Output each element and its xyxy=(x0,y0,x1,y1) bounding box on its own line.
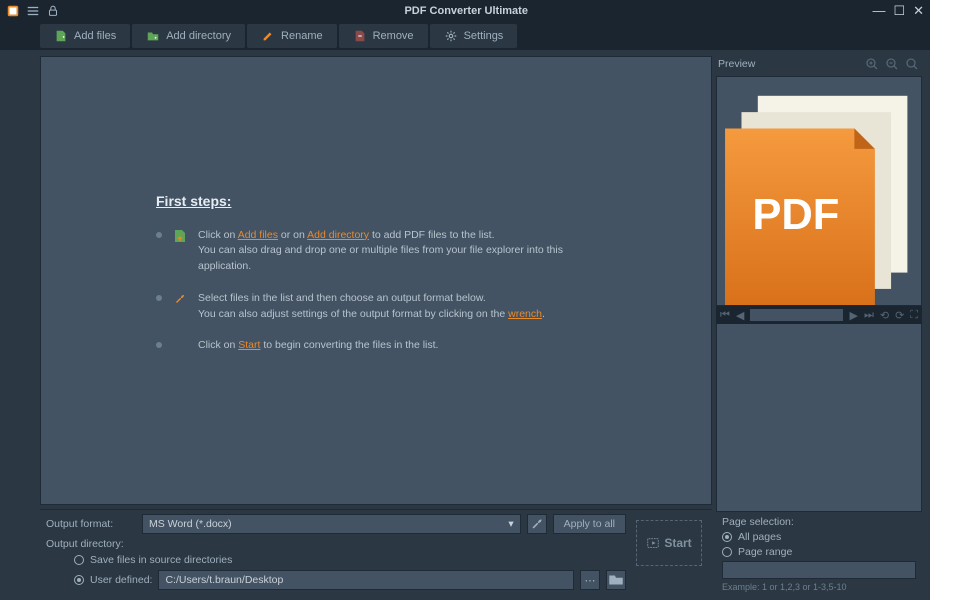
menu-icon[interactable] xyxy=(26,4,40,18)
user-defined-radio[interactable] xyxy=(74,575,84,585)
bullet-icon xyxy=(156,342,162,348)
start-button[interactable]: Start xyxy=(636,520,702,566)
expand-icon[interactable]: ⛶ xyxy=(910,309,918,322)
zoom-fit-icon[interactable] xyxy=(904,56,920,72)
user-defined-label: User defined: xyxy=(90,574,152,586)
preview-panel: Preview PDF xyxy=(716,56,922,594)
wrench-icon xyxy=(172,291,188,307)
user-defined-path-input[interactable] xyxy=(158,570,574,590)
toolbar: Add files Add directory Rename Remove Se… xyxy=(0,22,930,50)
apply-to-all-button[interactable]: Apply to all xyxy=(553,514,626,534)
bullet-icon xyxy=(156,232,162,238)
app-window: PDF Converter Ultimate — ☐ ✕ Add files A… xyxy=(0,0,930,600)
remove-button[interactable]: Remove xyxy=(339,24,428,48)
minimize-button[interactable]: — xyxy=(872,3,885,19)
browse-more-button[interactable]: ⋯ xyxy=(580,570,600,590)
page-range-label: Page range xyxy=(738,546,792,558)
file-list-panel[interactable]: First steps: Click on Add files or on Ad… xyxy=(40,56,712,505)
settings-button[interactable]: Settings xyxy=(430,24,518,48)
first-steps: First steps: Click on Add files or on Ad… xyxy=(156,191,596,371)
add-folder-icon xyxy=(146,29,160,43)
wrench-link[interactable]: wrench xyxy=(508,308,542,320)
page-selection: Page selection: All pages Page range Exa… xyxy=(716,512,922,594)
rotate-left-icon[interactable]: ⟲ xyxy=(880,309,889,322)
zoom-in-icon[interactable] xyxy=(864,56,880,72)
format-settings-button[interactable] xyxy=(527,514,547,534)
rename-button[interactable]: Rename xyxy=(247,24,337,48)
add-directory-link[interactable]: Add directory xyxy=(307,229,369,241)
app-icon xyxy=(6,4,20,18)
pencil-icon xyxy=(261,29,275,43)
open-folder-button[interactable] xyxy=(606,570,626,590)
start-link[interactable]: Start xyxy=(238,339,260,351)
output-directory-label: Output directory: xyxy=(46,538,136,550)
chevron-down-icon: ▾ xyxy=(508,518,513,530)
page-range-input[interactable] xyxy=(722,561,916,579)
all-pages-label: All pages xyxy=(738,531,781,543)
page-range-radio[interactable] xyxy=(722,547,732,557)
all-pages-radio[interactable] xyxy=(722,532,732,542)
last-page-icon[interactable]: ⏭ xyxy=(864,309,874,322)
bullet-icon xyxy=(156,295,162,301)
play-icon xyxy=(646,536,660,550)
output-format-label: Output format: xyxy=(46,518,136,530)
next-page-icon[interactable]: ▶ xyxy=(849,309,857,322)
save-source-label: Save files in source directories xyxy=(90,554,232,566)
add-file-icon xyxy=(54,29,68,43)
bottom-bar: Output format: MS Word (*.docx) ▾ Apply … xyxy=(40,509,712,594)
rotate-right-icon[interactable]: ⟳ xyxy=(895,309,904,322)
zoom-out-icon[interactable] xyxy=(884,56,900,72)
lock-icon[interactable] xyxy=(46,4,60,18)
add-files-link[interactable]: Add files xyxy=(238,229,278,241)
close-button[interactable]: ✕ xyxy=(913,3,924,19)
remove-icon xyxy=(353,29,367,43)
titlebar: PDF Converter Ultimate — ☐ ✕ xyxy=(0,0,930,22)
preview-nav: ⏮ ◀ ▶ ⏭ ⟲ ⟳ ⛶ xyxy=(716,306,922,324)
add-file-icon xyxy=(172,228,188,244)
maximize-button[interactable]: ☐ xyxy=(893,3,905,19)
preview-label: Preview xyxy=(718,58,755,70)
svg-text:PDF: PDF xyxy=(752,191,839,239)
first-page-icon[interactable]: ⏮ xyxy=(720,309,730,322)
add-directory-button[interactable]: Add directory xyxy=(132,24,245,48)
preview-image: PDF xyxy=(716,76,922,306)
page-slider[interactable] xyxy=(750,309,843,321)
prev-page-icon[interactable]: ◀ xyxy=(736,309,744,322)
page-selection-heading: Page selection: xyxy=(722,516,916,528)
save-source-radio[interactable] xyxy=(74,555,84,565)
preview-empty xyxy=(716,324,922,512)
first-steps-heading: First steps: xyxy=(156,191,596,212)
page-range-example: Example: 1 or 1,2,3 or 1-3,5-10 xyxy=(722,582,916,592)
gear-icon xyxy=(444,29,458,43)
window-title: PDF Converter Ultimate xyxy=(60,5,872,17)
add-files-button[interactable]: Add files xyxy=(40,24,130,48)
output-format-select[interactable]: MS Word (*.docx) ▾ xyxy=(142,514,521,534)
